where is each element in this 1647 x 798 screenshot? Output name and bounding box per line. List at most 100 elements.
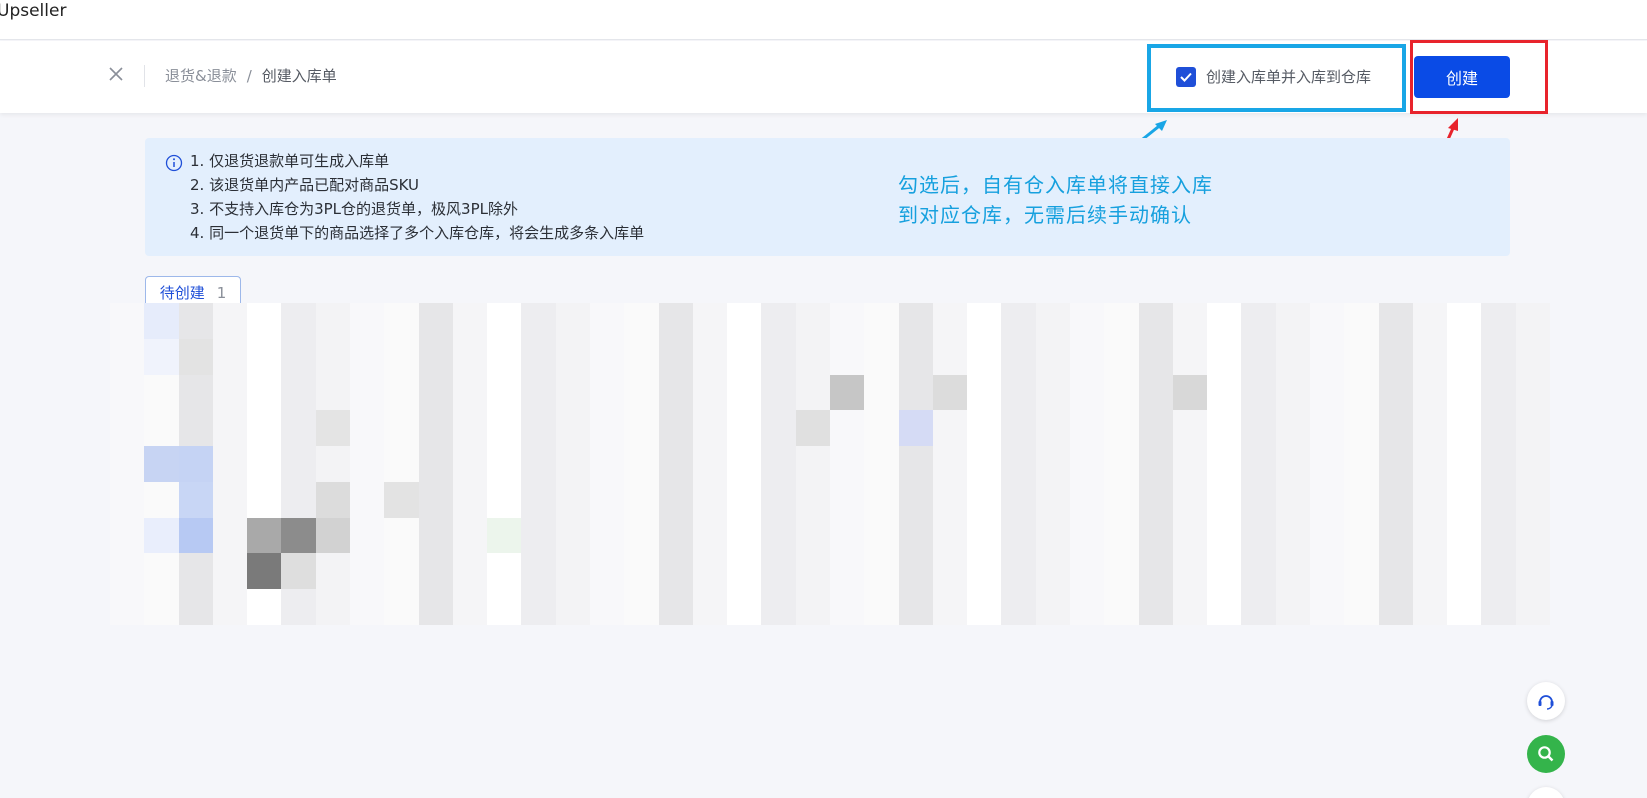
pixel-cell xyxy=(692,410,728,447)
pixel-cell xyxy=(1207,410,1242,447)
pixel-cell xyxy=(281,338,316,375)
pixel-cell xyxy=(178,553,213,590)
pixel-cell xyxy=(349,338,385,375)
pixel-cell xyxy=(589,303,625,339)
pixel-cell xyxy=(1481,446,1516,482)
pixel-cell xyxy=(727,374,762,411)
pixel-cell xyxy=(521,410,556,447)
pixel-cell xyxy=(967,410,1002,447)
pixel-cell xyxy=(1447,446,1482,482)
pixel-cell xyxy=(1001,446,1036,482)
pixel-cell xyxy=(932,481,968,518)
pixel-cell xyxy=(1378,410,1413,447)
pixel-cell xyxy=(967,589,1002,625)
pixel-cell xyxy=(864,589,899,625)
pixel-cell xyxy=(247,338,282,375)
pixel-cell xyxy=(1344,589,1379,625)
pixel-cell xyxy=(555,446,590,482)
pixel-cell xyxy=(1515,481,1550,518)
pixel-cell xyxy=(349,553,385,590)
pixel-cell xyxy=(1412,338,1448,375)
pixel-cell xyxy=(247,589,282,625)
close-button[interactable] xyxy=(104,62,128,86)
pixel-cell xyxy=(1241,517,1276,554)
pixel-cell xyxy=(761,374,796,411)
support-button[interactable] xyxy=(1527,682,1565,720)
pixel-cell xyxy=(761,410,796,447)
pixel-cell xyxy=(589,410,625,447)
pixel-cell xyxy=(247,517,282,554)
pixel-cell xyxy=(829,303,865,339)
pixel-cell xyxy=(1412,589,1448,625)
info-list: 1. 仅退货退款单可生成入库单 2. 该退货单内产品已配对商品SKU 3. 不支… xyxy=(190,149,644,245)
pixel-cell xyxy=(1241,553,1276,590)
pixel-cell xyxy=(384,589,419,625)
info-panel: 1. 仅退货退款单可生成入库单 2. 该退货单内产品已配对商品SKU 3. 不支… xyxy=(145,138,1510,256)
pixel-cell xyxy=(247,446,282,482)
pixel-cell xyxy=(1172,553,1208,590)
pixel-cell xyxy=(144,553,179,590)
pixel-cell xyxy=(1138,517,1173,554)
pixel-cell xyxy=(589,374,625,411)
pixel-cell xyxy=(521,303,556,339)
pixel-cell xyxy=(1035,374,1070,411)
pixel-cell xyxy=(1309,553,1345,590)
pixel-cell xyxy=(1447,410,1482,447)
pixel-cell xyxy=(1309,481,1345,518)
pixel-cell xyxy=(247,303,282,339)
pixel-cell xyxy=(1412,481,1448,518)
pixel-cell xyxy=(452,589,488,625)
pixel-cell xyxy=(727,481,762,518)
pixel-cell xyxy=(1344,517,1379,554)
close-icon xyxy=(109,67,123,81)
pixel-cell xyxy=(1481,481,1516,518)
pixel-cell xyxy=(110,374,145,411)
pixel-cell xyxy=(521,517,556,554)
pixel-cell xyxy=(1275,303,1310,339)
pixel-cell xyxy=(1138,303,1173,339)
breadcrumb-parent[interactable]: 退货&退款 xyxy=(165,65,237,86)
pixel-cell xyxy=(1069,374,1105,411)
pixel-cell xyxy=(315,553,350,590)
pixel-cell xyxy=(624,410,659,447)
pixel-cell xyxy=(247,374,282,411)
pixel-cell xyxy=(349,481,385,518)
search-button[interactable] xyxy=(1527,735,1565,773)
pixel-cell xyxy=(418,553,453,590)
pixel-cell xyxy=(727,553,762,590)
pixel-cell xyxy=(247,481,282,518)
pixel-cell xyxy=(1069,553,1105,590)
pixel-cell xyxy=(864,374,899,411)
pixel-cell xyxy=(967,303,1002,339)
pixel-cell xyxy=(1035,553,1070,590)
pixel-cell xyxy=(1275,589,1310,625)
pixel-cell xyxy=(967,517,1002,554)
pixel-cell xyxy=(692,517,728,554)
pixel-cell xyxy=(1001,589,1036,625)
pixel-cell xyxy=(1241,589,1276,625)
pixel-cell xyxy=(1001,410,1036,447)
pixel-cell xyxy=(349,589,385,625)
pixel-cell xyxy=(932,410,968,447)
pixel-cell xyxy=(418,374,453,411)
pixel-cell xyxy=(1069,446,1105,482)
pixel-cell xyxy=(487,410,522,447)
pixel-cell xyxy=(727,303,762,339)
pixel-cell xyxy=(315,589,350,625)
pixel-cell xyxy=(178,589,213,625)
pixel-cell xyxy=(864,410,899,447)
pixel-cell xyxy=(1207,589,1242,625)
pixel-cell xyxy=(624,553,659,590)
pixel-cell xyxy=(1104,481,1139,518)
pixel-cell xyxy=(1344,481,1379,518)
more-button[interactable] xyxy=(1527,787,1565,798)
pixel-cell xyxy=(487,553,522,590)
pixel-cell xyxy=(555,553,590,590)
pixel-cell xyxy=(829,517,865,554)
pixel-cell xyxy=(178,481,213,518)
info-icon xyxy=(165,154,183,172)
pixel-cell xyxy=(1515,303,1550,339)
pixel-cell xyxy=(1241,481,1276,518)
pixel-cell xyxy=(761,553,796,590)
pixel-cell xyxy=(795,338,830,375)
